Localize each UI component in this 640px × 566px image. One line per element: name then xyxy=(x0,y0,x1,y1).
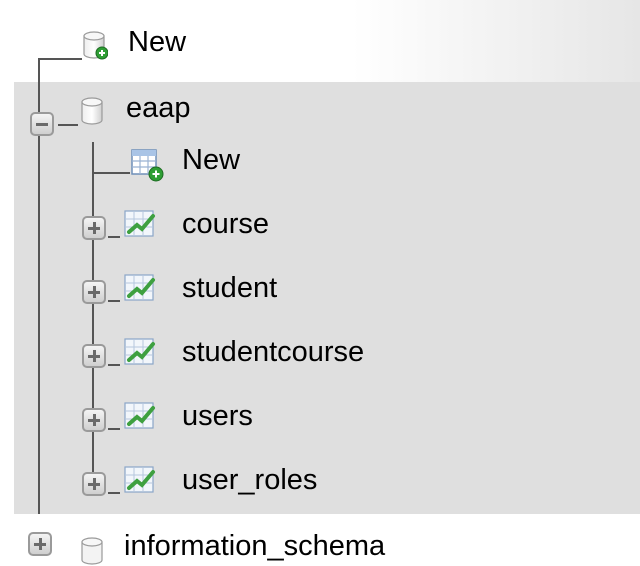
table-icon xyxy=(124,210,155,237)
table-icon xyxy=(124,274,155,301)
table-icon xyxy=(124,466,155,493)
tree-line-student xyxy=(108,300,120,302)
tree-line-studentcourse xyxy=(108,364,120,366)
tree-item-database-information-schema[interactable]: information_schema xyxy=(0,514,640,565)
expand-toggle-studentcourse[interactable] xyxy=(82,344,106,368)
database-name[interactable]: eaap xyxy=(126,92,191,124)
expand-toggle-user-roles[interactable] xyxy=(82,472,106,496)
table-icon xyxy=(124,338,155,365)
expand-toggle-information-schema[interactable] xyxy=(28,532,52,556)
new-database-label: New xyxy=(128,26,187,58)
tree-line-new-db xyxy=(38,58,82,60)
selected-database-panel xyxy=(14,82,640,514)
database-name[interactable]: information_schema xyxy=(124,530,385,562)
tree-line-eaap xyxy=(58,124,78,126)
expand-toggle-student[interactable] xyxy=(82,280,106,304)
new-table-icon xyxy=(131,149,164,182)
tree-line-user-roles xyxy=(108,492,120,494)
table-icon xyxy=(124,402,155,429)
tree-line-course xyxy=(108,236,120,238)
expand-toggle-users[interactable] xyxy=(82,408,106,432)
tree-line-users xyxy=(108,428,120,430)
table-name[interactable]: studentcourse xyxy=(182,336,364,368)
table-name[interactable]: student xyxy=(182,272,277,304)
table-name[interactable]: course xyxy=(182,208,269,240)
database-icon xyxy=(81,97,103,125)
table-name[interactable]: users xyxy=(182,400,253,432)
expand-toggle-course[interactable] xyxy=(82,216,106,240)
collapse-toggle-eaap[interactable] xyxy=(30,112,54,136)
new-database-icon xyxy=(83,31,108,60)
table-name[interactable]: user_roles xyxy=(182,464,317,496)
database-icon xyxy=(81,537,103,565)
new-table-label: New xyxy=(182,144,241,176)
tree-line-new-table xyxy=(92,172,130,174)
